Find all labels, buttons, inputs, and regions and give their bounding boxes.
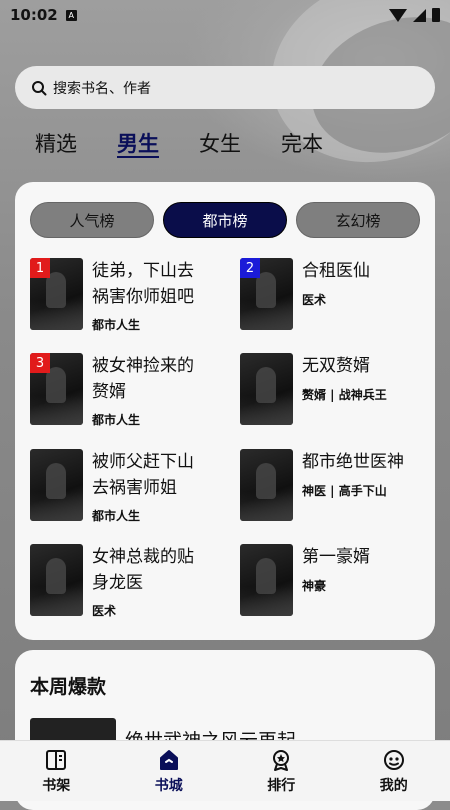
tab-nansheng[interactable]: 男生 (117, 128, 159, 158)
segment-popular[interactable]: 人气榜 (30, 202, 154, 238)
ranking-icon (273, 749, 290, 771)
book-item[interactable]: 都市绝世医神 神医 | 高手下山 (240, 449, 440, 529)
book-tag: 都市人生 (92, 413, 141, 427)
book-cover: 3 (30, 353, 83, 425)
rank-badge: 2 (240, 258, 260, 278)
book-cover (240, 449, 293, 521)
book-tag: 都市人生 (92, 509, 141, 523)
segment-urban[interactable]: 都市榜 (163, 202, 287, 238)
nav-label: 我的 (379, 777, 408, 794)
ranking-card: 人气榜 都市榜 玄幻榜 1 徒弟，下山去祸害你师姐吧 都市人生 2 合租医仙 医… (15, 182, 435, 640)
battery-icon (432, 8, 440, 22)
status-time: 10:02 (10, 6, 58, 24)
book-tag: 都市人生 (92, 318, 141, 332)
book-item[interactable]: 2 合租医仙 医术 (240, 258, 440, 338)
tab-wanben[interactable]: 完本 (281, 128, 323, 158)
book-tag: 神豪 (302, 579, 327, 593)
section-title: 本周爆款 (30, 676, 107, 698)
book-title: 被女神捡来的赘婿 (92, 356, 194, 402)
book-item[interactable]: 女神总裁的贴身龙医 医术 (30, 544, 230, 624)
nav-bookshelf[interactable]: 书架 (16, 748, 96, 795)
wifi-icon (389, 8, 407, 22)
book-item[interactable]: 1 徒弟，下山去祸害你师姐吧 都市人生 (30, 258, 230, 338)
book-tag: 医术 (302, 293, 327, 307)
signal-icon (413, 8, 426, 22)
store-icon (159, 749, 178, 770)
book-title: 徒弟，下山去祸害你师姐吧 (92, 261, 194, 307)
notification-icon: A (65, 9, 77, 21)
book-title: 都市绝世医神 (302, 452, 404, 472)
book-cover: 1 (30, 258, 83, 330)
book-title: 第一豪婿 (302, 547, 370, 567)
book-title: 无双赘婿 (302, 356, 370, 376)
book-cover (30, 449, 83, 521)
book-cover: 2 (240, 258, 293, 330)
book-tag: 医术 (92, 604, 117, 618)
nav-profile[interactable]: 我的 (354, 748, 434, 795)
book-title: 被师父赶下山去祸害师姐 (92, 452, 194, 498)
book-tag: 赘婿 | 战神兵王 (302, 388, 387, 402)
tab-jingxuan[interactable]: 精选 (35, 128, 77, 158)
book-title: 合租医仙 (302, 261, 370, 281)
rank-badge: 1 (30, 258, 50, 278)
book-title: 女神总裁的贴身龙医 (92, 547, 194, 593)
rank-badge: 3 (30, 353, 50, 373)
search-placeholder: 搜索书名、作者 (53, 80, 151, 97)
book-cover (30, 544, 83, 616)
segment-fantasy[interactable]: 玄幻榜 (296, 202, 420, 238)
book-item[interactable]: 被师父赶下山去祸害师姐 都市人生 (30, 449, 230, 529)
category-tabs: 精选 男生 女生 完本 (35, 128, 323, 158)
bottom-navigation: 书架 书城 排行 我的 (0, 740, 450, 801)
book-item[interactable]: 3 被女神捡来的赘婿 都市人生 (30, 353, 230, 433)
nav-label: 书架 (42, 777, 71, 794)
search-icon (32, 80, 47, 95)
nav-bookstore[interactable]: 书城 (129, 748, 209, 795)
search-bar[interactable]: 搜索书名、作者 (15, 66, 435, 109)
profile-icon (383, 749, 404, 770)
bookshelf-icon (46, 749, 67, 770)
book-tag: 神医 | 高手下山 (302, 484, 387, 498)
status-bar: 10:02 A (0, 0, 450, 30)
tab-nvsheng[interactable]: 女生 (199, 128, 241, 158)
nav-label: 排行 (267, 777, 296, 794)
book-item[interactable]: 第一豪婿 神豪 (240, 544, 440, 624)
book-cover (240, 544, 293, 616)
book-item[interactable]: 无双赘婿 赘婿 | 战神兵王 (240, 353, 440, 433)
nav-label: 书城 (154, 777, 183, 794)
nav-ranking[interactable]: 排行 (241, 748, 321, 795)
book-cover (240, 353, 293, 425)
